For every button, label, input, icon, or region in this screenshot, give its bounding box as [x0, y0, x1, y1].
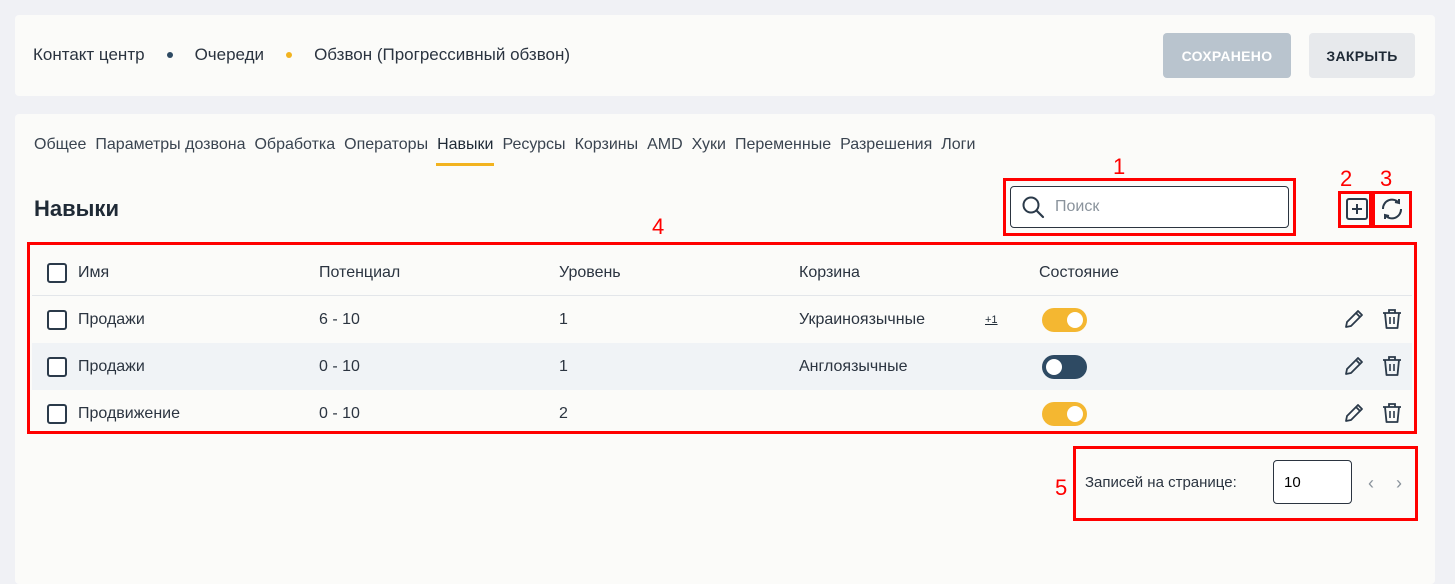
skill-name: Продажи — [78, 357, 145, 375]
annotation-label-4: 4 — [652, 214, 665, 239]
state-toggle[interactable] — [1042, 401, 1087, 426]
tab-buckets[interactable]: Корзины — [575, 136, 639, 166]
pencil-icon[interactable] — [1342, 401, 1366, 425]
tab-skills[interactable]: Навыки — [436, 136, 495, 166]
pencil-icon[interactable] — [1342, 307, 1366, 331]
chevron-left-icon[interactable]: ‹ — [1368, 473, 1374, 494]
skill-bucket: Украиноязычные — [799, 310, 925, 328]
annotation-label-2: 2 — [1340, 166, 1353, 191]
tab-general[interactable]: Общее — [34, 136, 86, 166]
skill-potential: 0 - 10 — [319, 357, 360, 375]
skill-bucket: Англоязычные — [799, 357, 908, 375]
column-header-name[interactable]: Имя — [78, 264, 109, 282]
row-checkbox[interactable] — [47, 403, 67, 424]
skill-potential: 0 - 10 — [319, 404, 360, 422]
row-checkbox[interactable] — [47, 356, 67, 377]
trash-icon[interactable] — [1380, 307, 1404, 331]
annotation-label-3: 3 — [1380, 166, 1393, 191]
more-buckets-link[interactable]: +1 — [985, 314, 998, 326]
tab-permissions[interactable]: Разрешения — [840, 136, 932, 166]
skill-level: 1 — [559, 310, 568, 328]
trash-icon[interactable] — [1380, 401, 1404, 425]
tab-hooks[interactable]: Хуки — [692, 136, 726, 166]
row-checkbox[interactable] — [47, 309, 67, 330]
top-bar: Контакт центр Очереди Обзвон (Прогрессив… — [15, 15, 1435, 96]
skill-potential: 6 - 10 — [319, 310, 360, 328]
main-panel: Общее Параметры дозвона Обработка Операт… — [15, 114, 1435, 584]
table-row[interactable]: Продажи 0 - 10 1 Англоязычные — [32, 343, 1412, 390]
plus-square-icon[interactable] — [1345, 197, 1369, 221]
search-icon — [1022, 196, 1045, 219]
tab-operators[interactable]: Операторы — [344, 136, 428, 166]
pencil-icon[interactable] — [1342, 354, 1366, 378]
tab-amd[interactable]: AMD — [647, 136, 683, 166]
chevron-right-icon[interactable]: › — [1396, 473, 1402, 494]
breadcrumb-separator-dot — [166, 52, 173, 58]
tab-processing[interactable]: Обработка — [254, 136, 335, 166]
skill-name: Продвижение — [78, 404, 180, 422]
select-all-checkbox[interactable] — [47, 262, 67, 283]
skills-table: Имя Потенциал Уровень Корзина Состояние … — [32, 250, 1412, 437]
search-field[interactable] — [1010, 186, 1289, 228]
records-per-page-label: Записей на странице: — [1085, 474, 1237, 491]
skill-name: Продажи — [78, 310, 145, 328]
tab-logs[interactable]: Логи — [941, 136, 975, 166]
column-header-level[interactable]: Уровень — [559, 264, 621, 282]
table-row[interactable]: Продажи 6 - 10 1 Украиноязычные +1 — [32, 296, 1412, 343]
tab-bar: Общее Параметры дозвона Обработка Операт… — [34, 136, 984, 166]
search-input[interactable] — [1053, 197, 1277, 217]
breadcrumb-item-current: Обзвон (Прогрессивный обзвон) — [314, 45, 571, 64]
column-header-state[interactable]: Состояние — [1039, 264, 1119, 282]
column-header-potential[interactable]: Потенциал — [319, 264, 400, 282]
skill-level: 2 — [559, 404, 568, 422]
breadcrumb-separator-dot — [286, 52, 293, 58]
records-per-page-input[interactable] — [1273, 460, 1352, 504]
tab-variables[interactable]: Переменные — [735, 136, 831, 166]
skill-level: 1 — [559, 357, 568, 375]
table-row[interactable]: Продвижение 0 - 10 2 — [32, 390, 1412, 437]
tab-resources[interactable]: Ресурсы — [502, 136, 565, 166]
annotation-label-1: 1 — [1113, 154, 1126, 179]
saved-button[interactable]: СОХРАНЕНО — [1163, 33, 1291, 78]
refresh-icon[interactable] — [1379, 196, 1405, 222]
annotation-label-5: 5 — [1055, 475, 1068, 500]
column-header-bucket[interactable]: Корзина — [799, 264, 860, 282]
breadcrumb-item-contact-center[interactable]: Контакт центр — [33, 45, 145, 65]
state-toggle[interactable] — [1042, 307, 1087, 332]
table-header: Имя Потенциал Уровень Корзина Состояние — [32, 250, 1412, 296]
trash-icon[interactable] — [1380, 354, 1404, 378]
breadcrumb: Контакт центр Очереди Обзвон (Прогрессив… — [33, 45, 570, 65]
section-title: Навыки — [34, 196, 119, 221]
state-toggle[interactable] — [1042, 354, 1087, 379]
tab-dial-params[interactable]: Параметры дозвона — [95, 136, 245, 166]
breadcrumb-item-queues[interactable]: Очереди — [195, 45, 265, 65]
close-button[interactable]: ЗАКРЫТЬ — [1309, 33, 1415, 78]
